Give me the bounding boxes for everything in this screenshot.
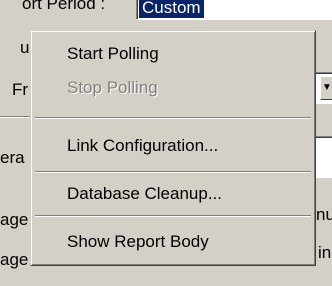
menu-item-show-report-body[interactable]: Show Report Body bbox=[35, 227, 311, 257]
report-period-value: Custom bbox=[139, 0, 204, 18]
context-menu: Start Polling Stop Polling Link Configur… bbox=[30, 30, 316, 266]
menu-item-link-configuration[interactable]: Link Configuration... bbox=[35, 131, 311, 161]
menu-item-database-cleanup[interactable]: Database Cleanup... bbox=[35, 179, 311, 209]
background-label-fragment: in bbox=[318, 243, 332, 262]
background-label-fragment: nu bbox=[316, 205, 332, 224]
menu-separator bbox=[35, 171, 311, 173]
background-label-fragment: Fr bbox=[12, 80, 29, 99]
background-label-fragment: age bbox=[0, 250, 29, 269]
report-period-label: ort Period : bbox=[22, 0, 106, 13]
background-label-fragment: era bbox=[0, 148, 25, 167]
menu-separator bbox=[35, 215, 311, 217]
chevron-down-icon[interactable]: ▼ bbox=[320, 76, 332, 100]
menu-item-stop-polling: Stop Polling bbox=[67, 78, 158, 97]
report-period-select[interactable]: Custom bbox=[136, 0, 332, 20]
background-divider bbox=[0, 117, 30, 118]
menu-item-start-polling[interactable]: Start Polling bbox=[35, 39, 311, 69]
menu-separator bbox=[35, 117, 311, 119]
background-label-fragment: age bbox=[0, 210, 29, 229]
